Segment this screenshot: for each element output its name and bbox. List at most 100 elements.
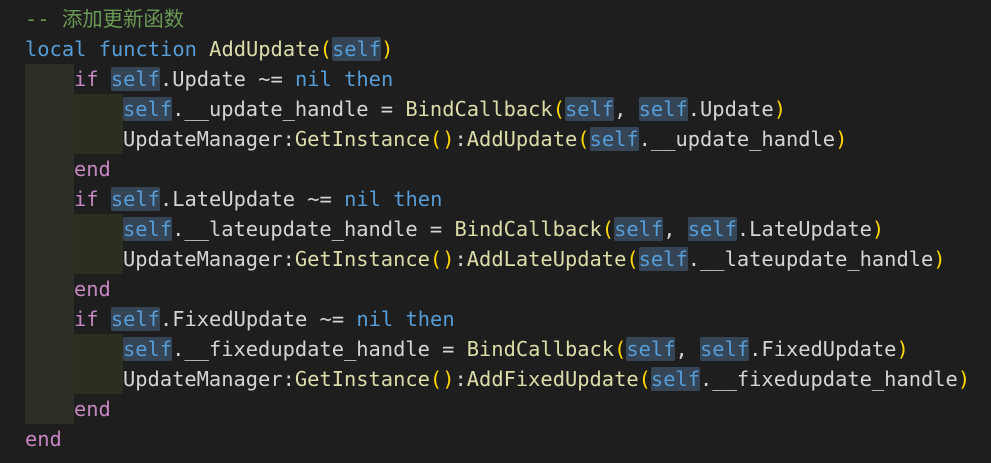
indent-guide (25, 64, 74, 424)
code-token: self (687, 217, 737, 241)
code-token: : (454, 247, 467, 271)
code-token: ( (319, 37, 332, 61)
code-token: GetInstance (294, 127, 430, 151)
code-token: BindCallback (454, 217, 602, 241)
indent-guide (74, 334, 123, 394)
code-token: UpdateManager: (123, 367, 295, 391)
code-token: , (614, 97, 639, 121)
code-token: nil (356, 307, 394, 331)
code-token: nil (344, 187, 381, 211)
code-token: end (74, 157, 111, 181)
code-line[interactable]: if self.FixedUpdate ~= nil then (74, 304, 455, 334)
code-line[interactable]: -- 添加更新函数 (25, 4, 184, 34)
code-token: self (123, 337, 173, 361)
code-token: nil (295, 67, 332, 91)
code-line[interactable]: end (74, 154, 111, 184)
code-line[interactable]: self.__lateupdate_handle = BindCallback(… (123, 214, 884, 244)
code-token: ) (773, 97, 786, 121)
code-line[interactable]: local function AddUpdate(self) (25, 34, 393, 64)
code-token: self (650, 367, 701, 391)
code-line[interactable]: UpdateManager:GetInstance():AddFixedUpda… (123, 364, 970, 394)
code-line[interactable]: if self.Update ~= nil then (74, 64, 393, 94)
code-token: end (25, 427, 62, 451)
code-token: local (25, 37, 87, 61)
code-line[interactable]: end (74, 394, 111, 424)
code-token: function (98, 37, 197, 61)
code-token: self (123, 217, 173, 241)
code-token: .Update ~= (159, 67, 295, 91)
code-token: ) (933, 247, 946, 271)
code-token: self (564, 97, 615, 121)
code-token: AddUpdate (209, 37, 320, 61)
code-token: AddUpdate (466, 127, 578, 151)
code-token: ( (626, 247, 639, 271)
code-token: UpdateManager: (123, 247, 295, 271)
code-token: ) (957, 367, 971, 391)
code-token: .FixedUpdate (749, 337, 897, 361)
code-token: -- 添加更新函数 (25, 7, 185, 31)
code-token: self (638, 97, 688, 121)
code-token: ) (871, 217, 885, 241)
code-token: self (626, 337, 676, 361)
code-token: self (123, 97, 173, 121)
code-token: ) (896, 337, 909, 361)
code-token: .__update_handle = (172, 97, 406, 121)
code-line[interactable]: UpdateManager:GetInstance ():AddLateUpdat… (123, 244, 946, 274)
code-token: BindCallback (466, 337, 615, 361)
code-token: , (675, 337, 701, 361)
code-token: GetInstance (294, 247, 430, 271)
code-token: self (110, 307, 160, 331)
code-token: self (638, 247, 688, 271)
code-line[interactable]: UpdateManager:GetInstance():AddUpdate(se… (123, 124, 847, 154)
code-token: () (429, 127, 455, 151)
code-token: .__update_handle (638, 127, 836, 151)
code-line[interactable]: end (25, 424, 62, 454)
code-token: ) (835, 127, 848, 151)
code-line[interactable]: self.__update_handle = BindCallback(self… (123, 94, 786, 124)
code-line[interactable]: self.__fixedupdate_handle = BindCallback… (123, 334, 909, 364)
code-token: GetInstance (294, 367, 430, 391)
code-token: self (589, 127, 639, 151)
code-token: if (74, 67, 99, 91)
code-token: .__lateupdate_handle = (172, 217, 455, 241)
code-token: end (74, 277, 111, 301)
code-token: end (74, 397, 111, 421)
code-token: AddFixedUpdate (466, 367, 639, 391)
code-token: ( (614, 337, 627, 361)
code-token: ) (381, 37, 394, 61)
code-token: ( (601, 217, 615, 241)
code-token: .LateUpdate ~= (159, 187, 345, 211)
indent-guide (74, 94, 123, 154)
code-token: .__fixedupdate_handle (700, 367, 958, 391)
code-token: self (110, 67, 160, 91)
code-token: if (74, 307, 99, 331)
code-token: self (700, 337, 750, 361)
code-token: ( (577, 127, 590, 151)
code-token: .__fixedupdate_handle = (172, 337, 467, 361)
code-token: () (429, 367, 455, 391)
code-token: if (74, 187, 99, 211)
code-line[interactable]: if self.LateUpdate ~= nil then (74, 184, 442, 214)
code-editor[interactable]: -- 添加更新函数 local function AddUpdate(self) i… (0, 0, 991, 463)
code-token: : (454, 367, 467, 391)
code-line[interactable]: end (74, 274, 111, 304)
code-token: BindCallback (405, 97, 553, 121)
code-token: self (614, 217, 664, 241)
code-token: UpdateManager: (123, 127, 295, 151)
code-token: , (663, 217, 688, 241)
code-token: .Update (687, 97, 774, 121)
code-token: AddLateUpdate (466, 247, 627, 271)
code-token: .LateUpdate (736, 217, 872, 241)
code-token: ( (638, 367, 651, 391)
code-token: self (331, 37, 382, 61)
code-token: then (405, 307, 455, 331)
code-token: then (344, 67, 394, 91)
code-token: then (393, 187, 443, 211)
